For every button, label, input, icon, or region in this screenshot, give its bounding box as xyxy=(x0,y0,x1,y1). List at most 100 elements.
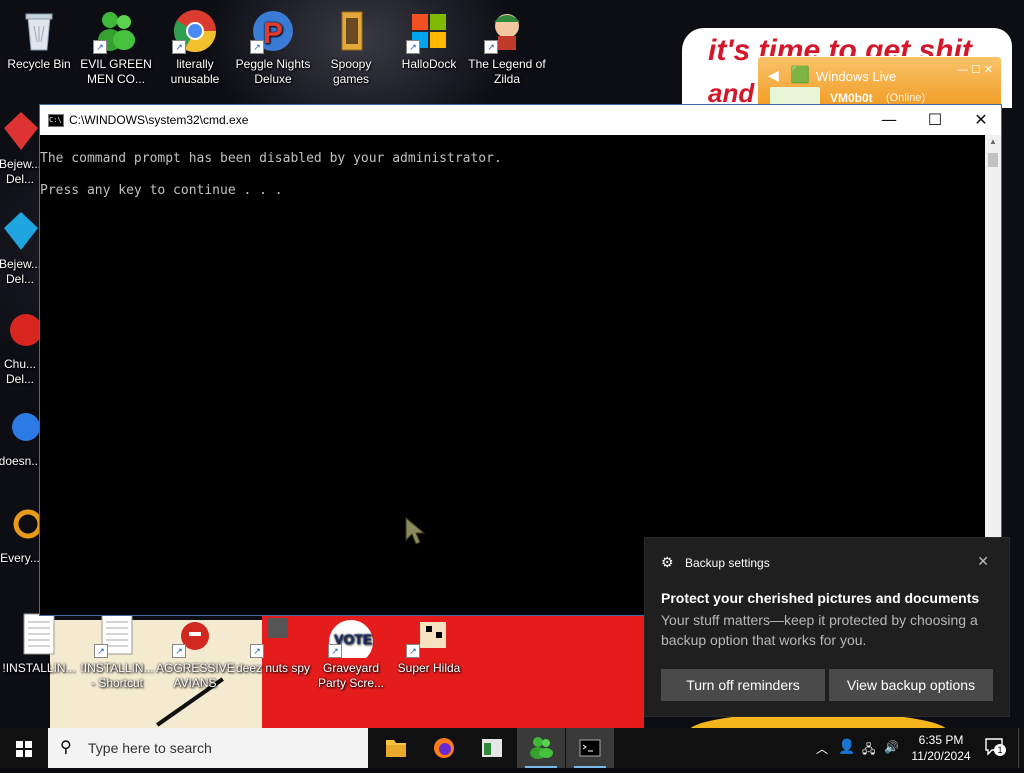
desktop-icon-label: Recycle Bin xyxy=(7,57,71,71)
console-line-2: Press any key to continue . . . xyxy=(40,183,283,198)
game-icon: ↗ xyxy=(406,612,452,658)
desktop-icon-graveyard-party[interactable]: VOTE ↗ Graveyard Party Scre... xyxy=(312,612,390,691)
desktop-icon-spoopy-games[interactable]: Spoopy games xyxy=(312,8,390,87)
scroll-up-icon[interactable]: ▲ xyxy=(989,137,997,146)
shortcut-arrow-icon: ↗ xyxy=(406,40,420,54)
network-icon[interactable]: 🖧 xyxy=(862,740,875,761)
windows-logo-icon: ↗ xyxy=(406,8,452,54)
start-button[interactable] xyxy=(0,728,48,768)
taskbar-search-box[interactable]: ⚲ Type here to search xyxy=(48,728,368,768)
text-file-icon xyxy=(16,612,62,658)
toast-close-button[interactable]: ✕ xyxy=(977,553,989,570)
svg-text:P: P xyxy=(263,17,283,50)
desktop-icon-legend-of-zilda[interactable]: ↗ The Legend of Zilda xyxy=(468,8,546,87)
volume-icon[interactable]: 🔊 xyxy=(884,740,899,754)
desktop-icon-label: doesn... xyxy=(0,454,42,468)
shortcut-arrow-icon: ↗ xyxy=(172,40,186,54)
shortcut-arrow-icon: ↗ xyxy=(484,40,498,54)
backup-settings-notification[interactable]: ⚙ Backup settings ✕ Protect your cherish… xyxy=(644,537,1010,717)
taskbar-clock[interactable]: 6:35 PM 11/20/2024 xyxy=(904,732,978,764)
desktop-icon-installing[interactable]: !INSTALLIN... xyxy=(0,612,78,676)
desktop-icon-doesn[interactable]: doesn... xyxy=(0,405,42,469)
bejeweled-icon xyxy=(0,108,42,154)
cmd-icon xyxy=(579,739,601,757)
taskbar-app[interactable] xyxy=(468,728,516,768)
windows-live-logo-icon: 🟩 xyxy=(790,67,810,84)
turn-off-reminders-button[interactable]: Turn off reminders xyxy=(661,669,825,701)
bejeweled-icon xyxy=(0,208,42,254)
desktop-icon-deez-nuts-spy[interactable]: ↗ deez nuts spy xyxy=(234,612,312,676)
taskbar-cmd[interactable] xyxy=(566,728,614,768)
clock-time: 6:35 PM xyxy=(918,733,964,747)
folder-icon xyxy=(328,8,374,54)
desktop-icon-label: Bejew... Del... xyxy=(0,157,42,186)
desktop-icon-recycle-bin[interactable]: Recycle Bin xyxy=(0,8,78,72)
messenger-people-icon: ↗ xyxy=(93,8,139,54)
windows-start-icon xyxy=(16,741,32,757)
desktop-icon-label: !INSTALLIN... xyxy=(2,661,76,675)
clock-date: 11/20/2024 xyxy=(911,749,971,763)
toast-header: Backup settings xyxy=(661,556,770,570)
shortcut-arrow-icon: ↗ xyxy=(94,644,108,658)
chrome-icon: ↗ xyxy=(172,8,218,54)
back-icon[interactable]: ◀ xyxy=(768,67,779,84)
search-placeholder: Type here to search xyxy=(88,740,212,756)
recycle-bin-icon xyxy=(16,8,62,54)
close-button[interactable]: ✕ xyxy=(958,105,1004,135)
text-file-icon: ↗ xyxy=(94,612,140,658)
view-backup-options-button[interactable]: View backup options xyxy=(829,669,993,701)
desktop-icon-every[interactable]: Every... xyxy=(0,502,42,566)
cmd-title-bar[interactable]: C:\ C:\WINDOWS\system32\cmd.exe — ☐ ✕ xyxy=(40,105,1001,135)
taskbar: ⚲ Type here to search ︿ 👤 🖧 🔊 6:35 PM 11… xyxy=(0,728,1024,768)
cmd-window-title: C:\WINDOWS\system32\cmd.exe xyxy=(69,113,249,127)
taskbar-file-explorer[interactable] xyxy=(372,728,420,768)
desktop-icon-label: Every... xyxy=(0,551,40,565)
messenger-username: VM0b0t xyxy=(830,91,873,105)
shortcut-arrow-icon: ↗ xyxy=(172,644,186,658)
search-icon: ⚲ xyxy=(60,739,72,756)
taskbar-firefox[interactable] xyxy=(420,728,468,768)
app-icon xyxy=(0,502,42,548)
desktop-icon-label: !INSTALLIN... - Shortcut xyxy=(80,661,154,690)
toast-body: Your stuff matters—keep it protected by … xyxy=(661,612,978,648)
desktop-icon-label: deez nuts spy xyxy=(235,661,311,675)
action-center-button[interactable]: 1 xyxy=(984,736,1006,756)
scrollbar-thumb[interactable] xyxy=(988,153,998,167)
desktop-icon-bejeweled-1[interactable]: Bejew... Del... xyxy=(0,108,42,187)
angry-bird-icon: ↗ xyxy=(172,612,218,658)
desktop-icon-aggressive-avians[interactable]: ↗ AGGRESSIVE AVIANS xyxy=(156,612,235,691)
desktop-icon-literally-unusable[interactable]: ↗ literally unusable xyxy=(156,8,234,87)
desktop-icon-label: Chu... Del... xyxy=(3,357,36,386)
windows-live-messenger-popup[interactable]: ◀ 🟩 Windows Live — ☐ ✕ VM0b0t (Online) xyxy=(757,56,1002,110)
messenger-people-icon xyxy=(530,737,553,759)
desktop-icon-hallodock[interactable]: ↗ HalloDock xyxy=(390,8,468,72)
taskbar-messenger[interactable] xyxy=(517,728,565,768)
window-controls-icon[interactable]: — ☐ ✕ xyxy=(957,63,993,76)
desktop-icon-peggle-nights[interactable]: P ↗ Peggle Nights Deluxe xyxy=(234,8,312,87)
zilda-icon: ↗ xyxy=(484,8,530,54)
desktop: it's time to get shit and Recycle Bin ↗ … xyxy=(0,0,1024,728)
desktop-icon-chuzzle[interactable]: Chu... Del... xyxy=(0,308,42,387)
cmd-app-icon: C:\ xyxy=(48,114,64,127)
desktop-icon-label: Graveyard Party Scre... xyxy=(317,661,385,690)
desktop-icon-label: Peggle Nights Deluxe xyxy=(235,57,311,86)
minimize-button[interactable]: — xyxy=(866,105,912,135)
messenger-status[interactable]: (Online) xyxy=(886,92,925,104)
maximize-button[interactable]: ☐ xyxy=(912,105,958,135)
desktop-icon-label: Spoopy games xyxy=(330,57,372,86)
desktop-icon-label: literally unusable xyxy=(170,57,220,86)
shortcut-arrow-icon: ↗ xyxy=(328,644,342,658)
vote-icon: VOTE ↗ xyxy=(328,612,374,664)
desktop-icon-bejeweled-2[interactable]: Bejew... Del... xyxy=(0,208,42,287)
show-hidden-icons-button[interactable]: ︿ xyxy=(816,740,828,757)
show-desktop-button[interactable] xyxy=(1018,728,1024,768)
console-line-1: The command prompt has been disabled by … xyxy=(40,151,502,166)
desktop-icon-installing-shortcut[interactable]: ↗ !INSTALLIN... - Shortcut xyxy=(78,612,156,691)
chuzzle-icon xyxy=(0,308,42,354)
desktop-icon-super-hilda[interactable]: ↗ Super Hilda xyxy=(390,612,468,676)
file-explorer-icon xyxy=(386,740,406,757)
desktop-icon-evil-green-men[interactable]: ↗ EVIL GREEN MEN CO... xyxy=(77,8,155,87)
messenger-tray-icon[interactable]: 👤 xyxy=(838,738,855,755)
desktop-icon-label: AGGRESSIVE AVIANS xyxy=(156,661,235,690)
desktop-icon-label: HalloDock xyxy=(401,57,457,71)
